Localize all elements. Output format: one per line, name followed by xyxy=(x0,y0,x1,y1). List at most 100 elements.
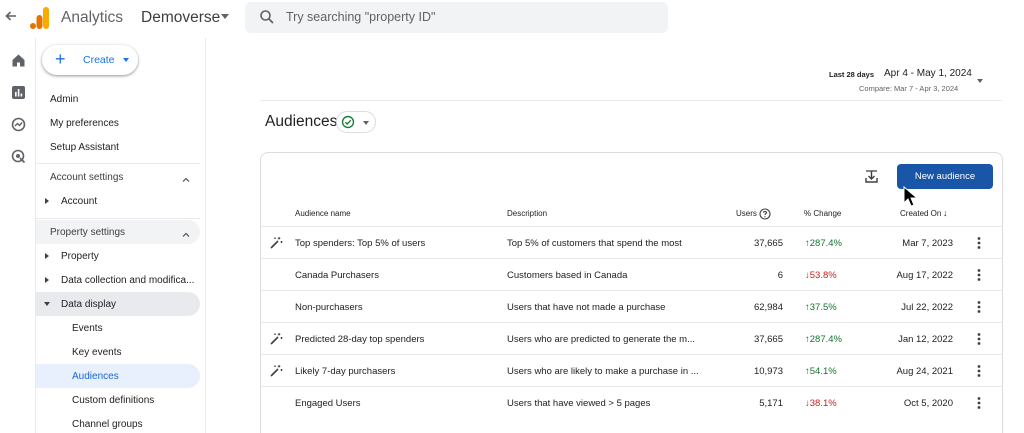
back-arrow-icon[interactable] xyxy=(4,9,20,27)
audience-created-date: Aug 17, 2022 xyxy=(896,270,953,281)
table-row[interactable]: Non-purchasers Users that have not made a… xyxy=(261,290,1002,322)
help-icon[interactable] xyxy=(759,207,771,220)
table-row[interactable]: Likely 7-day purchasers Users who are lik… xyxy=(261,354,1002,386)
expand-caret-icon[interactable] xyxy=(45,277,49,283)
audience-name[interactable]: Engaged Users xyxy=(295,398,360,409)
sidebar-item-account[interactable]: Account xyxy=(61,196,97,207)
sidebar-item-admin[interactable]: Admin xyxy=(50,94,78,105)
audience-description: Users who are likely to make a purchase … xyxy=(507,366,699,377)
chevron-up-icon[interactable] xyxy=(181,172,191,182)
mouse-cursor-icon xyxy=(903,185,919,208)
plus-icon: + xyxy=(55,49,66,69)
chevron-down-icon[interactable] xyxy=(977,79,983,83)
property-settings-header[interactable]: Property settings xyxy=(50,227,125,238)
expand-caret-icon[interactable] xyxy=(45,253,49,259)
explore-icon[interactable] xyxy=(11,117,26,132)
app-name: Analytics xyxy=(61,9,124,26)
change-value: 37.5% xyxy=(809,302,837,313)
audience-name[interactable]: Likely 7-day purchasers xyxy=(295,366,395,377)
analytics-logo-icon[interactable] xyxy=(30,7,50,29)
admin-sidebar: + Create Admin My preferences Setup Assi… xyxy=(36,38,206,433)
column-header-created[interactable]: Created On xyxy=(900,209,941,218)
more-vert-icon[interactable] xyxy=(973,332,985,346)
more-vert-icon[interactable] xyxy=(973,268,985,282)
audience-created-date: Jan 12, 2022 xyxy=(898,334,953,345)
audience-change: ↑287.4% xyxy=(805,238,842,249)
sidebar-item-events[interactable]: Events xyxy=(72,323,103,334)
table-row[interactable]: Predicted 28-day top spenders Users who a… xyxy=(261,322,1002,354)
change-value: 54.1% xyxy=(809,366,837,377)
date-range-value[interactable]: Apr 4 - May 1, 2024 xyxy=(884,68,972,79)
date-range-compare[interactable]: Compare: Mar 7 - Apr 3, 2024 xyxy=(859,84,958,93)
account-picker[interactable]: Demoverse xyxy=(141,9,220,27)
magic-wand-icon xyxy=(269,364,283,378)
sidebar-item-setup-assistant[interactable]: Setup Assistant xyxy=(50,142,119,153)
audience-change: ↑54.1% xyxy=(805,366,837,377)
sidebar-item-audiences[interactable]: Audiences xyxy=(72,371,119,382)
audience-change: ↑37.5% xyxy=(805,302,837,313)
divider xyxy=(260,100,1002,101)
advertising-icon[interactable] xyxy=(11,149,26,164)
column-header-description[interactable]: Description xyxy=(507,209,547,218)
chevron-down-icon[interactable] xyxy=(363,121,369,125)
audience-users: 5,171 xyxy=(759,398,783,409)
create-label: Create xyxy=(83,54,115,66)
create-button[interactable]: + Create xyxy=(42,45,138,75)
sidebar-item-custom-definitions[interactable]: Custom definitions xyxy=(72,395,154,406)
audience-change: ↓38.1% xyxy=(805,398,837,409)
divider xyxy=(36,163,200,164)
more-vert-icon[interactable] xyxy=(973,364,985,378)
nav-rail xyxy=(0,38,36,433)
audience-users: 10,973 xyxy=(753,366,783,377)
chevron-down-icon xyxy=(123,58,129,62)
audience-change: ↑287.4% xyxy=(805,334,842,345)
audience-name[interactable]: Non-purchasers xyxy=(295,302,363,313)
search-icon xyxy=(259,9,275,25)
search-input[interactable]: Try searching "property ID" xyxy=(245,2,668,33)
table-row[interactable]: Top spenders: Top 5% of users Top 5% of c… xyxy=(261,226,1002,258)
sidebar-item-key-events[interactable]: Key events xyxy=(72,347,121,358)
date-range-label[interactable]: Last 28 days xyxy=(829,70,874,79)
audience-change: ↓53.8% xyxy=(805,270,837,281)
audience-created-date: Aug 24, 2021 xyxy=(896,366,953,377)
sidebar-item-property[interactable]: Property xyxy=(61,251,99,262)
column-header-change[interactable]: % Change xyxy=(804,209,841,218)
column-header-users[interactable]: Users xyxy=(736,209,757,218)
change-value: 287.4% xyxy=(809,238,842,249)
audience-users: 6 xyxy=(777,270,783,281)
more-vert-icon[interactable] xyxy=(973,236,985,250)
page-title: Audiences xyxy=(265,113,338,130)
home-icon[interactable] xyxy=(11,53,26,68)
audience-created-date: Oct 5, 2020 xyxy=(903,398,953,409)
audience-description: Users who are predicted to generate the … xyxy=(507,334,695,345)
table-row[interactable]: Canada Purchasers Customers based in Cana… xyxy=(261,258,1002,290)
search-placeholder: Try searching "property ID" xyxy=(286,10,436,24)
expand-caret-icon[interactable] xyxy=(45,198,49,204)
collapse-caret-icon[interactable] xyxy=(44,302,50,306)
sidebar-item-channel-groups[interactable]: Channel groups xyxy=(72,419,143,430)
audience-description: Top 5% of customers that spend the most xyxy=(507,238,682,249)
audience-description: Users that have not made a purchase xyxy=(507,302,666,313)
more-vert-icon[interactable] xyxy=(973,300,985,314)
audience-users: 37,665 xyxy=(753,334,783,345)
sidebar-item-my-preferences[interactable]: My preferences xyxy=(50,118,119,129)
magic-wand-icon xyxy=(269,332,283,346)
table-row[interactable]: Engaged Users Users that have viewed > 5 … xyxy=(261,386,1002,418)
account-caret-icon[interactable] xyxy=(221,14,229,19)
audience-created-date: Jul 22, 2022 xyxy=(901,302,953,313)
reports-icon[interactable] xyxy=(11,85,26,100)
sort-down-arrow-icon[interactable]: ↓ xyxy=(943,208,948,218)
column-header-name[interactable]: Audience name xyxy=(295,209,351,218)
account-settings-header[interactable]: Account settings xyxy=(50,172,123,183)
more-vert-icon[interactable] xyxy=(973,396,985,410)
sidebar-item-data-collection[interactable]: Data collection and modifica... xyxy=(61,275,194,286)
check-circle-icon xyxy=(341,115,355,129)
chevron-up-icon[interactable] xyxy=(181,227,191,237)
change-value: 38.1% xyxy=(809,398,837,409)
audience-name[interactable]: Canada Purchasers xyxy=(295,270,379,281)
magic-wand-icon xyxy=(269,236,283,250)
audience-name[interactable]: Predicted 28-day top spenders xyxy=(295,334,424,345)
download-icon[interactable] xyxy=(864,169,879,184)
sidebar-item-data-display[interactable]: Data display xyxy=(61,299,116,310)
audience-name[interactable]: Top spenders: Top 5% of users xyxy=(295,238,425,249)
